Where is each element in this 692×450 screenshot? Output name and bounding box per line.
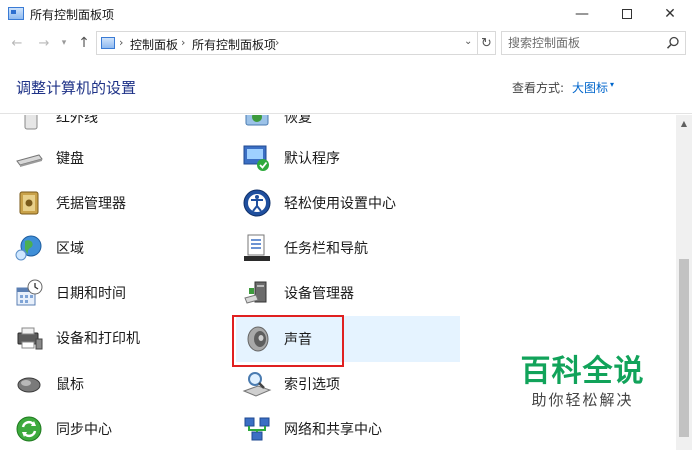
item-keyboard[interactable]: 键盘	[14, 138, 84, 178]
item-label: 日期和时间	[56, 286, 126, 302]
item-label: 设备管理器	[284, 286, 354, 302]
up-button[interactable]: ↑	[76, 34, 92, 52]
sync-center-icon	[16, 416, 42, 442]
breadcrumb-separator[interactable]: ›	[181, 36, 185, 49]
search-icon[interactable]	[666, 36, 680, 50]
credential-manager-icon	[19, 191, 39, 215]
item-label: 键盘	[56, 151, 84, 167]
window-title: 所有控制面板项	[30, 8, 115, 22]
item-sync-center[interactable]: 同步中心	[14, 409, 112, 449]
item-credential-manager[interactable]: 凭据管理器	[14, 183, 126, 223]
scroll-thumb[interactable]	[679, 259, 689, 437]
close-button[interactable]: ✕	[648, 0, 692, 28]
item-label: 设备和打印机	[56, 331, 140, 347]
item-device-manager[interactable]: 设备管理器	[242, 273, 354, 313]
item-label: 任务栏和导航	[284, 241, 368, 257]
infrared-icon	[24, 115, 38, 130]
scroll-up-button[interactable]: ▲	[676, 115, 692, 131]
item-mouse[interactable]: 鼠标	[14, 364, 84, 404]
title-bar: 所有控制面板项 — ✕	[0, 0, 692, 28]
item-label: 凭据管理器	[56, 196, 126, 212]
item-label: 轻松使用设置中心	[284, 196, 396, 212]
watermark-subtitle: 助你轻松解决	[531, 391, 634, 409]
back-button[interactable]: ←	[9, 34, 25, 52]
chevron-down-icon[interactable]: ▾	[610, 80, 614, 89]
item-recovery[interactable]: 恢复	[242, 115, 312, 137]
breadcrumb-separator[interactable]: ›	[275, 36, 279, 49]
network-sharing-icon	[244, 417, 270, 441]
taskbar-icon	[244, 234, 270, 261]
item-devices-printers[interactable]: 设备和打印机	[14, 318, 140, 358]
search-input[interactable]	[508, 35, 658, 51]
recovery-icon	[245, 115, 269, 126]
vertical-scrollbar[interactable]: ▲	[676, 115, 692, 450]
item-label: 网络和共享中心	[284, 422, 382, 438]
navigation-bar: ← → ▾ ↑ › 控制面板 › 所有控制面板项 › ⌄ ↻	[0, 28, 692, 58]
item-date-time[interactable]: 日期和时间	[14, 273, 126, 313]
highlight-annotation	[232, 315, 344, 367]
page-title: 调整计算机的设置	[16, 79, 137, 97]
maximize-icon	[622, 9, 632, 19]
item-label: 红外线	[56, 115, 98, 126]
forward-button[interactable]: →	[36, 34, 52, 52]
item-ease-of-access[interactable]: 轻松使用设置中心	[242, 183, 396, 223]
breadcrumb-separator[interactable]: ›	[119, 36, 123, 49]
watermark: 百科全说 助你轻松解决	[515, 354, 650, 410]
devices-printers-icon	[17, 327, 43, 350]
refresh-button[interactable]: ↻	[478, 31, 496, 55]
item-network-sharing[interactable]: 网络和共享中心	[242, 409, 382, 449]
breadcrumb-control-panel[interactable]: 控制面板	[130, 36, 178, 53]
page-header: 调整计算机的设置 查看方式: 大图标 ▾	[0, 58, 692, 114]
breadcrumb-all-items[interactable]: 所有控制面板项	[192, 36, 276, 53]
item-default-programs[interactable]: 默认程序	[242, 138, 340, 178]
search-box[interactable]	[501, 31, 686, 55]
mouse-icon	[17, 377, 41, 393]
item-label: 鼠标	[56, 377, 84, 393]
control-panel-icon	[101, 37, 115, 49]
address-bar[interactable]: › 控制面板 › 所有控制面板项 › ⌄	[96, 31, 478, 55]
item-infrared[interactable]: 红外线	[14, 115, 98, 137]
item-label: 索引选项	[284, 377, 340, 393]
recent-locations-button[interactable]: ▾	[58, 34, 70, 52]
item-label: 区域	[56, 241, 84, 257]
minimize-button[interactable]: —	[560, 0, 604, 28]
item-taskbar-navigation[interactable]: 任务栏和导航	[242, 228, 368, 268]
ease-of-access-icon	[243, 189, 271, 217]
item-indexing-options[interactable]: 索引选项	[242, 364, 340, 404]
indexing-icon	[242, 372, 272, 397]
keyboard-icon	[16, 154, 43, 167]
device-manager-icon	[244, 281, 267, 304]
control-panel-icon	[8, 7, 24, 20]
default-programs-icon	[243, 145, 269, 171]
region-icon	[15, 235, 42, 261]
item-label: 同步中心	[56, 422, 112, 438]
view-by-label: 查看方式:	[512, 81, 565, 95]
item-label: 恢复	[284, 115, 312, 126]
date-time-icon	[16, 279, 43, 306]
view-by-dropdown[interactable]: 大图标	[572, 79, 608, 96]
item-label: 默认程序	[284, 151, 340, 167]
address-dropdown-button[interactable]: ⌄	[464, 36, 472, 47]
item-region[interactable]: 区域	[14, 228, 84, 268]
watermark-title: 百科全说	[520, 354, 645, 389]
maximize-button[interactable]	[605, 0, 649, 28]
